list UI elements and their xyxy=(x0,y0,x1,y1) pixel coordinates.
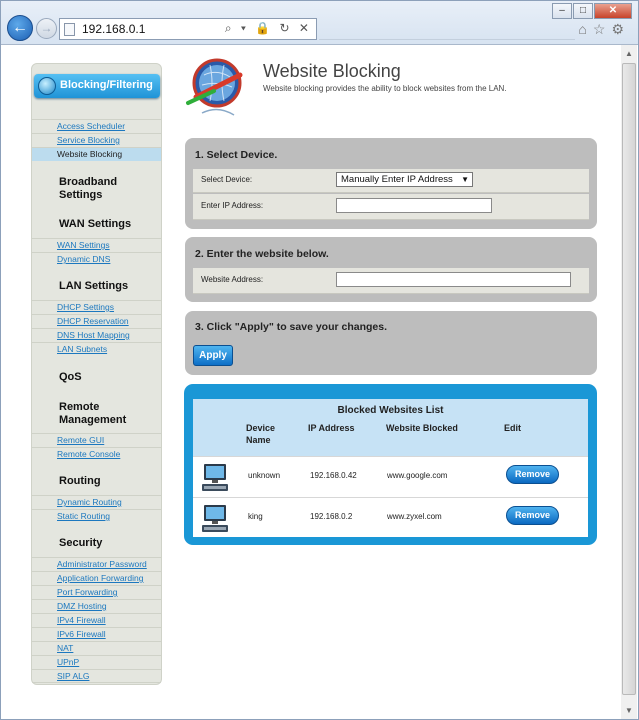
sidebar-link-dns-host-mapping[interactable]: DNS Host Mapping xyxy=(32,328,161,342)
website-address-row: Website Address: xyxy=(193,268,589,294)
remove-button[interactable]: Remove xyxy=(506,506,559,525)
ip-address-input[interactable] xyxy=(336,198,492,213)
sidebar-link-access-scheduler[interactable]: Access Scheduler xyxy=(32,119,161,133)
page-title: Website Blocking xyxy=(263,61,401,81)
select-device-panel: 1. Select Device. Select Device: Manuall… xyxy=(185,138,597,229)
sidebar-heading-wan[interactable]: WAN Settings xyxy=(59,218,131,231)
dropdown-arrow-icon: ▼ xyxy=(461,175,469,184)
gear-icon[interactable]: ⚙ xyxy=(611,21,630,37)
select-device-label: Select Device: xyxy=(201,175,253,184)
home-icon[interactable]: ⌂ xyxy=(578,21,592,37)
sidebar-heading-routing[interactable]: Routing xyxy=(59,475,101,488)
blocked-websites-panel: Blocked Websites List Device Name IP Add… xyxy=(184,384,597,545)
sidebar-link-service-blocking[interactable]: Service Blocking xyxy=(32,133,161,147)
step3-title: 3. Click "Apply" to save your changes. xyxy=(195,321,388,333)
sidebar-heading-remote[interactable]: Remote Management xyxy=(59,401,139,427)
website-address-panel: 2. Enter the website below. Website Addr… xyxy=(185,237,597,302)
enter-ip-label: Enter IP Address: xyxy=(201,201,264,210)
apply-button[interactable]: Apply xyxy=(193,345,233,366)
scroll-thumb[interactable] xyxy=(622,63,636,695)
computer-icon xyxy=(202,464,228,491)
toolbar-icons: ⌂☆⚙ xyxy=(578,21,630,38)
browser-window: – □ ✕ ← → 192.168.0.1 ⌕ ▾ 🔒 ↻ ✕ ⌂☆⚙ ▲ ▼ … xyxy=(0,0,639,720)
page-subtitle: Website blocking provides the ability to… xyxy=(263,84,507,93)
address-url[interactable]: 192.168.0.1 xyxy=(82,22,145,36)
blocked-websites-table: Blocked Websites List Device Name IP Add… xyxy=(193,399,588,537)
column-header-website-blocked: Website Blocked xyxy=(386,423,458,433)
sidebar-link-upnp[interactable]: UPnP xyxy=(32,655,161,669)
minimize-button[interactable]: – xyxy=(552,3,572,19)
browser-toolbar: – □ ✕ ← → 192.168.0.1 ⌕ ▾ 🔒 ↻ ✕ ⌂☆⚙ xyxy=(1,1,638,45)
website-address-label: Website Address: xyxy=(201,275,264,284)
sidebar-link-wan-settings[interactable]: WAN Settings xyxy=(32,238,161,252)
address-bar[interactable]: 192.168.0.1 ⌕ ▾ 🔒 ↻ ✕ xyxy=(59,18,317,40)
table-row: king 192.168.0.2 www.zyxel.com Remove xyxy=(193,497,588,538)
select-device-dropdown[interactable]: Manually Enter IP Address ▼ xyxy=(336,172,473,187)
step2-title: 2. Enter the website below. xyxy=(195,248,329,260)
column-header-edit: Edit xyxy=(504,423,521,433)
remove-button[interactable]: Remove xyxy=(506,465,559,484)
window-controls: – □ ✕ xyxy=(551,3,632,19)
website-blocking-logo-icon xyxy=(186,58,243,116)
device-name-cell: king xyxy=(248,512,263,521)
page-icon xyxy=(64,23,75,36)
tab-strip xyxy=(319,18,575,40)
sidebar-heading-security[interactable]: Security xyxy=(59,537,102,550)
column-header-ip-address: IP Address xyxy=(308,423,355,433)
column-header-device-name: Device Name xyxy=(246,423,276,445)
select-device-value: Manually Enter IP Address xyxy=(341,174,453,185)
address-tools-icons[interactable]: ⌕ ▾ 🔒 ↻ ✕ xyxy=(225,21,312,36)
sidebar-link-dynamic-dns[interactable]: Dynamic DNS xyxy=(32,252,161,266)
sidebar-link-dhcp-settings[interactable]: DHCP Settings xyxy=(32,300,161,314)
website-blocked-cell: www.google.com xyxy=(387,471,448,480)
sidebar-link-lan-subnets[interactable]: LAN Subnets xyxy=(32,342,161,356)
sidebar-section-label: Blocking/Filtering xyxy=(60,79,153,91)
blocked-websites-title: Blocked Websites List xyxy=(193,399,588,420)
back-button[interactable]: ← xyxy=(7,15,33,41)
scroll-up-arrow[interactable]: ▲ xyxy=(621,45,637,62)
sidebar-link-remote-gui[interactable]: Remote GUI xyxy=(32,433,161,447)
sidebar-link-admin-password[interactable]: Administrator Password xyxy=(32,557,161,571)
ip-address-cell: 192.168.0.42 xyxy=(310,471,357,480)
sidebar-link-static-routing[interactable]: Static Routing xyxy=(32,509,161,523)
forward-button[interactable]: → xyxy=(36,18,57,39)
computer-icon xyxy=(202,505,228,532)
sidebar-link-nat[interactable]: NAT xyxy=(32,641,161,655)
ip-address-cell: 192.168.0.2 xyxy=(310,512,353,521)
sidebar-link-port-forwarding[interactable]: Port Forwarding xyxy=(32,585,161,599)
sidebar-heading-broadband[interactable]: Broadband Settings xyxy=(59,176,139,202)
sidebar-link-ipv4-firewall[interactable]: IPv4 Firewall xyxy=(32,613,161,627)
step1-title: 1. Select Device. xyxy=(195,149,278,161)
sidebar-link-website-blocking[interactable]: Website Blocking xyxy=(32,147,161,161)
apply-panel: 3. Click "Apply" to save your changes. A… xyxy=(185,311,597,375)
page-content: Blocking/Filtering Access Scheduler Serv… xyxy=(1,45,621,719)
sidebar-link-dhcp-reservation[interactable]: DHCP Reservation xyxy=(32,314,161,328)
close-window-button[interactable]: ✕ xyxy=(594,3,632,19)
favorites-star-icon[interactable]: ☆ xyxy=(593,21,612,37)
sidebar: Blocking/Filtering Access Scheduler Serv… xyxy=(31,63,162,685)
vertical-scrollbar[interactable]: ▲ ▼ xyxy=(620,45,637,719)
sidebar-link-ipv6-firewall[interactable]: IPv6 Firewall xyxy=(32,627,161,641)
maximize-button[interactable]: □ xyxy=(573,3,593,19)
website-address-input[interactable] xyxy=(336,272,571,287)
sidebar-link-sip-alg[interactable]: SIP ALG xyxy=(32,669,161,683)
table-header: Device Name IP Address Website Blocked E… xyxy=(193,420,588,456)
sidebar-link-dmz-hosting[interactable]: DMZ Hosting xyxy=(32,599,161,613)
sidebar-heading-qos[interactable]: QoS xyxy=(59,371,82,384)
website-blocked-cell: www.zyxel.com xyxy=(387,512,442,521)
select-device-row: Select Device: Manually Enter IP Address… xyxy=(193,169,589,193)
sidebar-heading-lan[interactable]: LAN Settings xyxy=(59,280,128,293)
enter-ip-row: Enter IP Address: xyxy=(193,194,589,220)
sidebar-link-remote-console[interactable]: Remote Console xyxy=(32,447,161,461)
globe-icon xyxy=(38,77,56,95)
table-row: unknown 192.168.0.42 www.google.com Remo… xyxy=(193,456,588,497)
sidebar-link-dynamic-routing[interactable]: Dynamic Routing xyxy=(32,495,161,509)
device-name-cell: unknown xyxy=(248,471,281,480)
scroll-down-arrow[interactable]: ▼ xyxy=(621,702,637,719)
sidebar-link-application-forwarding[interactable]: Application Forwarding xyxy=(32,571,161,585)
sidebar-section-blocking[interactable]: Blocking/Filtering xyxy=(34,74,160,98)
